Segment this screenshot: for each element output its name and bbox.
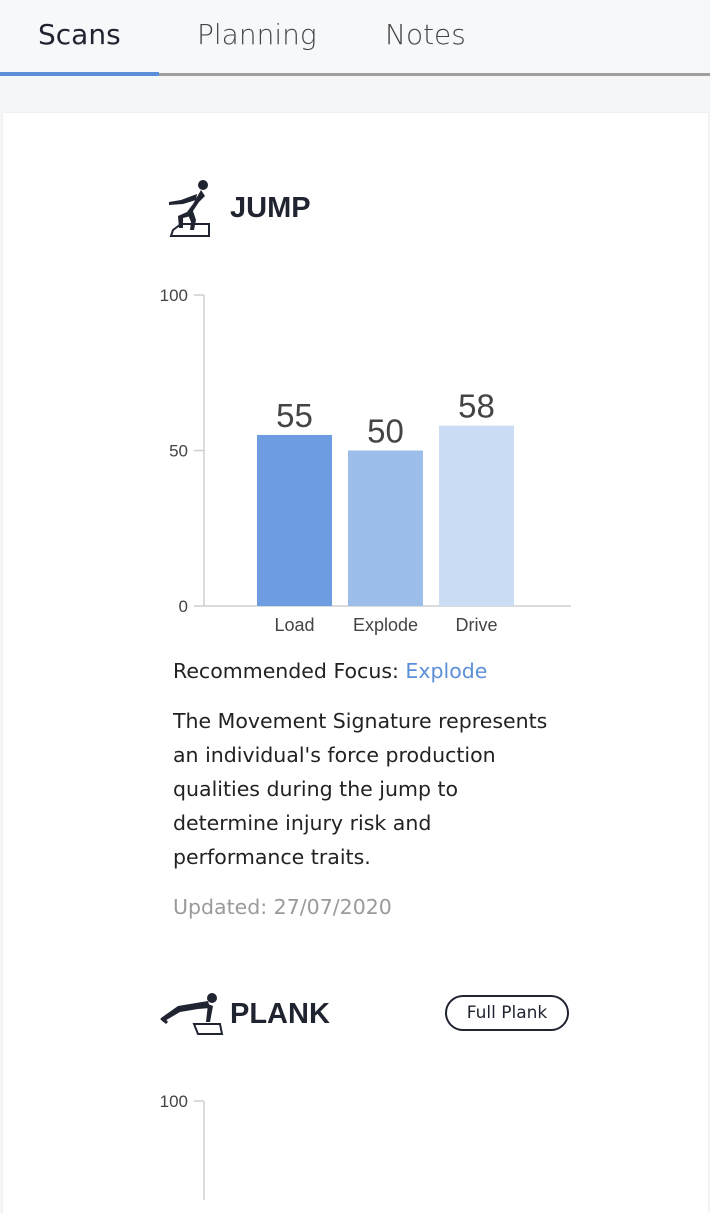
jump-title: JUMP (230, 192, 311, 224)
x-tick-label: Drive (455, 615, 497, 635)
recommended-focus-value[interactable]: Explode (405, 659, 487, 683)
y-tick-label: 50 (169, 442, 188, 461)
full-plank-badge[interactable]: Full Plank (445, 995, 569, 1031)
plank-bar-chart: 100 (160, 1092, 205, 1200)
plank-figure-icon (160, 993, 224, 1035)
jump-figure-icon (169, 180, 210, 237)
tab-scans[interactable]: Scans (38, 18, 121, 51)
tab-notes[interactable]: Notes (385, 18, 466, 51)
bar-drive (439, 425, 514, 606)
recommended-focus-label: Recommended Focus: (173, 659, 406, 683)
x-tick-label: Load (274, 615, 314, 635)
y-tick-label: 100 (160, 286, 188, 305)
bar-explode (348, 450, 423, 606)
bar-value-label: 55 (276, 397, 313, 434)
tab-bar: Scans Planning Notes (0, 0, 710, 76)
recommended-focus: Recommended Focus: Explode (173, 654, 487, 688)
active-tab-indicator (0, 72, 159, 76)
y-tick-label: 100 (160, 1092, 188, 1111)
jump-bar-chart: 0 50 100 55 Load 50 Explode 58 Drive (160, 286, 571, 635)
jump-updated: Updated: 27/07/2020 (173, 895, 392, 919)
bar-value-label: 50 (367, 413, 404, 450)
y-tick-label: 0 (179, 597, 188, 616)
bar-value-label: 58 (458, 388, 495, 425)
x-tick-label: Explode (353, 615, 418, 635)
bar-load (257, 434, 332, 606)
jump-description: The Movement Signature represents an ind… (173, 709, 548, 869)
plank-title: PLANK (230, 998, 330, 1030)
tab-planning[interactable]: Planning (197, 18, 317, 51)
